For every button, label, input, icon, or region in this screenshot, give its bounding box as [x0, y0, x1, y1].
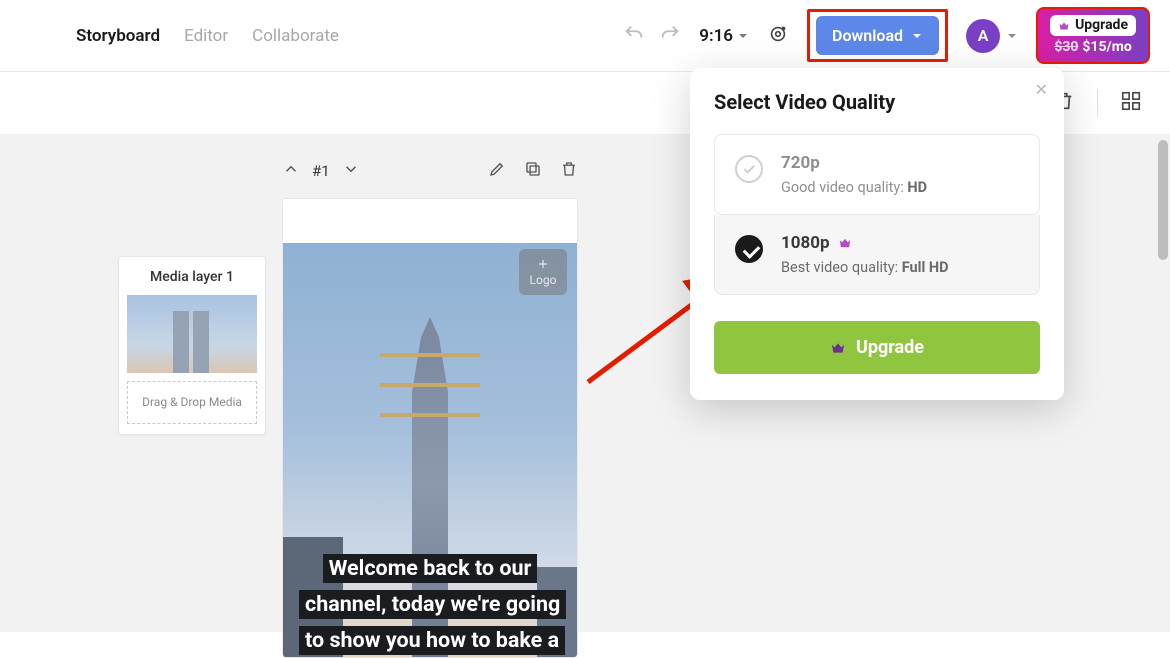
undo-icon[interactable] [623, 23, 645, 49]
plus-icon [536, 257, 550, 271]
tower-band [380, 413, 480, 417]
radio-unchecked [735, 155, 763, 183]
upgrade-pill-label: Upgrade [1075, 17, 1128, 35]
quality-desc: Good video quality: HD [781, 179, 927, 196]
aspect-ratio-value: 9:16 [699, 26, 733, 46]
upgrade-pill-price: $30$15/mo [1050, 39, 1136, 57]
crown-icon [838, 236, 852, 250]
upgrade-old-price: $30 [1054, 39, 1078, 55]
divider [1097, 89, 1098, 117]
popover-title: Select Video Quality [714, 90, 1040, 114]
tab-collaborate[interactable]: Collaborate [252, 26, 339, 46]
scene-expand-down-icon[interactable] [342, 160, 360, 182]
scene-collapse-up-icon[interactable] [282, 160, 300, 182]
media-thumbnail[interactable] [127, 295, 257, 373]
top-bar: Storyboard Editor Collaborate 9:16 Downl… [0, 0, 1170, 72]
scene-preview[interactable]: Logo Welcome back to our channel, today … [282, 198, 578, 658]
chevron-down-icon [1006, 30, 1018, 42]
crown-icon [830, 340, 846, 356]
media-drop-zone[interactable]: Drag & Drop Media [127, 381, 257, 424]
tab-editor[interactable]: Editor [184, 26, 228, 46]
aspect-ratio-selector[interactable]: 9:16 [699, 26, 749, 46]
scene-header: #1 [282, 160, 578, 182]
logo-chip-label: Logo [530, 273, 557, 287]
quality-option-720p[interactable]: 720p Good video quality: HD [714, 134, 1040, 215]
media-layer-title: Media layer 1 [127, 269, 257, 285]
upgrade-button[interactable]: Upgrade [714, 321, 1040, 374]
download-label: Download [832, 26, 903, 45]
scene-caption[interactable]: Welcome back to our channel, today we're… [299, 551, 561, 658]
download-button[interactable]: Download [816, 16, 939, 55]
topbar-right: 9:16 Download A Upgrade $30$15/mo [623, 7, 1150, 64]
scene-topstrip [283, 199, 577, 243]
undo-redo-group [623, 23, 681, 49]
nav-tabs: Storyboard Editor Collaborate [76, 26, 339, 46]
upgrade-button-label: Upgrade [856, 337, 924, 358]
scrollbar[interactable] [1158, 140, 1168, 260]
upgrade-new-price: $15/mo [1082, 39, 1131, 55]
quality-title: 720p [781, 153, 927, 173]
scene-index: #1 [312, 162, 330, 180]
edit-icon[interactable] [488, 160, 506, 182]
logo-placeholder[interactable]: Logo [519, 249, 567, 295]
avatar: A [966, 19, 1000, 53]
radio-checked [735, 235, 763, 263]
account-menu[interactable]: A [966, 19, 1018, 53]
duplicate-icon[interactable] [524, 160, 542, 182]
upgrade-pill[interactable]: Upgrade $30$15/mo [1036, 7, 1150, 64]
close-icon[interactable]: ✕ [1035, 80, 1048, 99]
upgrade-pill-label-row: Upgrade [1050, 15, 1136, 37]
trash-icon[interactable] [560, 160, 578, 182]
tab-storyboard[interactable]: Storyboard [76, 26, 160, 46]
tower-band [380, 383, 480, 387]
settings-icon[interactable] [767, 23, 789, 49]
video-quality-popover: ✕ Select Video Quality 720p Good video q… [690, 68, 1064, 400]
grid-view-icon[interactable] [1120, 90, 1142, 116]
scene-caption-text: Welcome back to our channel, today we're… [299, 554, 566, 658]
quality-title: 1080p [781, 233, 949, 253]
chevron-down-icon [911, 30, 923, 42]
crown-icon [1058, 20, 1070, 32]
redo-icon[interactable] [659, 23, 681, 49]
download-highlight: Download [807, 9, 948, 62]
quality-desc: Best video quality: Full HD [781, 259, 949, 276]
tower-band [380, 353, 480, 357]
chevron-down-icon [737, 30, 749, 42]
quality-option-1080p[interactable]: 1080p Best video quality: Full HD [714, 215, 1040, 295]
media-layer-card: Media layer 1 Drag & Drop Media [118, 256, 266, 435]
